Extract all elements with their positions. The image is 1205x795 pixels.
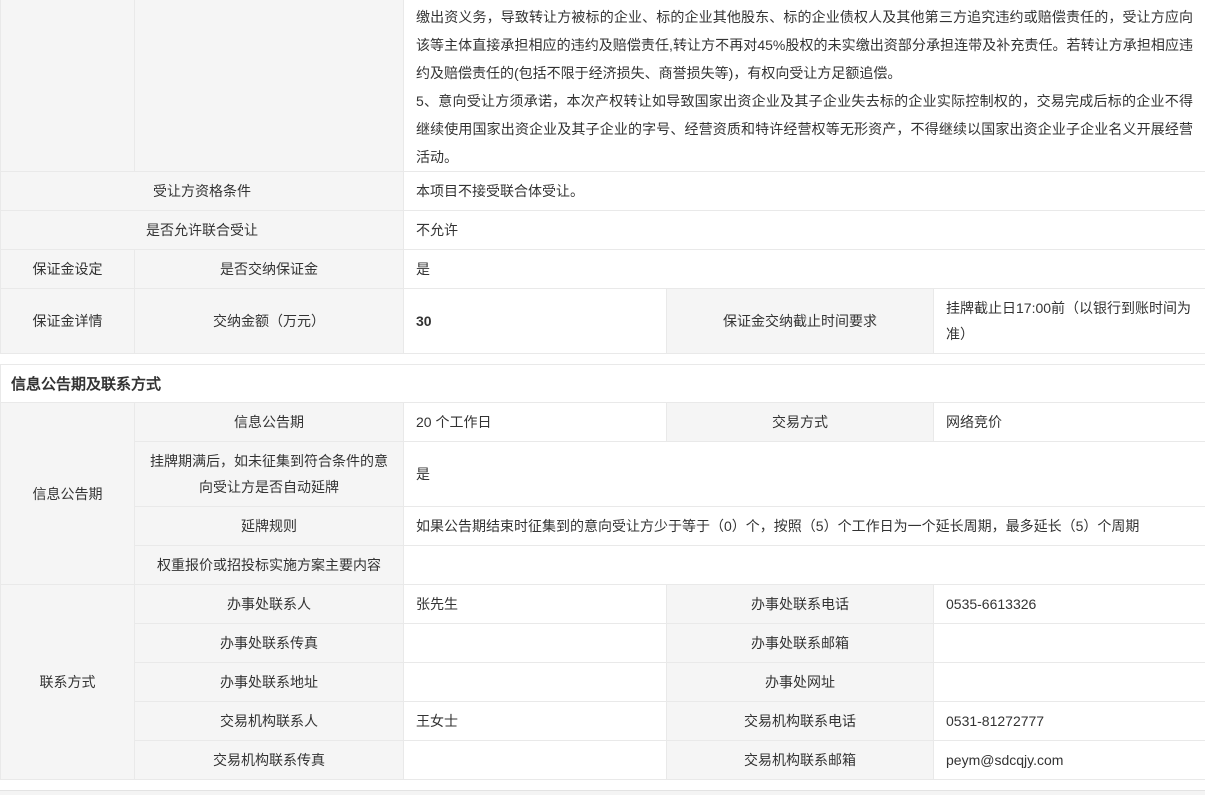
extend-rule-label: 延牌规则 xyxy=(135,507,404,546)
agency-fax-row: 交易机构联系传真 交易机构联系邮箱 peym@sdcqjy.com xyxy=(1,741,1205,780)
trade-mode-value: 网络竞价 xyxy=(934,403,1205,442)
section-gap xyxy=(0,354,1205,364)
extend-rule-value: 如果公告期结束时征集到的意向受让方少于等于（0）个，按照（5）个工作日为一个延长… xyxy=(404,507,1205,546)
clause-paragraph-2: 5、意向受让方须承诺，本次产权转让如导致国家出资企业及其子企业失去标的企业实际控… xyxy=(416,87,1193,171)
clause-group-cell-empty xyxy=(1,0,135,172)
deposit-deadline-value: 挂牌截止日17:00前（以银行到账时间为准） xyxy=(934,289,1205,354)
clause-row: 缴出资义务，导致转让方被标的企业、标的企业其他股东、标的企业债权人及其他第三方追… xyxy=(1,0,1205,172)
clause-label-cell-empty xyxy=(135,0,404,172)
agency-contact-value: 王女士 xyxy=(404,702,667,741)
office-contact-row: 联系方式 办事处联系人 张先生 办事处联系电话 0535-6613326 xyxy=(1,585,1205,624)
office-email-value-empty xyxy=(934,624,1205,663)
qualification-label: 受让方资格条件 xyxy=(1,172,404,211)
bottom-gap xyxy=(0,780,1205,790)
period-label: 信息公告期 xyxy=(135,403,404,442)
agency-email-value: peym@sdcqjy.com xyxy=(934,741,1205,780)
auto-extend-label: 挂牌期满后，如未征集到符合条件的意向受让方是否自动延牌 xyxy=(135,442,404,507)
next-section-strip xyxy=(0,790,1205,795)
auto-extend-row: 挂牌期满后，如未征集到符合条件的意向受让方是否自动延牌 是 xyxy=(1,442,1205,507)
joint-transfer-value: 不允许 xyxy=(404,211,1205,250)
weighted-bid-label: 权重报价或招投标实施方案主要内容 xyxy=(135,546,404,585)
clause-value-cell: 缴出资义务，导致转让方被标的企业、标的企业其他股东、标的企业债权人及其他第三方追… xyxy=(404,0,1205,172)
office-email-label: 办事处联系邮箱 xyxy=(667,624,934,663)
deposit-required-value: 是 xyxy=(404,250,1205,289)
qualification-value: 本项目不接受联合体受让。 xyxy=(404,172,1205,211)
office-website-label: 办事处网址 xyxy=(667,663,934,702)
trade-mode-label: 交易方式 xyxy=(667,403,934,442)
agency-email-label: 交易机构联系邮箱 xyxy=(667,741,934,780)
agency-phone-value: 0531-81272777 xyxy=(934,702,1205,741)
deposit-required-row: 保证金设定 是否交纳保证金 是 xyxy=(1,250,1205,289)
agency-contact-label: 交易机构联系人 xyxy=(135,702,404,741)
weighted-bid-value-empty xyxy=(404,546,1205,585)
deposit-deadline-label: 保证金交纳截止时间要求 xyxy=(667,289,934,354)
section-header-row: 信息公告期及联系方式 xyxy=(1,365,1205,403)
weighted-bid-row: 权重报价或招投标实施方案主要内容 xyxy=(1,546,1205,585)
office-address-label: 办事处联系地址 xyxy=(135,663,404,702)
office-contact-value: 张先生 xyxy=(404,585,667,624)
deposit-detail-group-label: 保证金详情 xyxy=(1,289,135,354)
agency-fax-value-empty xyxy=(404,741,667,780)
extend-rule-row: 延牌规则 如果公告期结束时征集到的意向受让方少于等于（0）个，按照（5）个工作日… xyxy=(1,507,1205,546)
qualification-row: 受让方资格条件 本项目不接受联合体受让。 xyxy=(1,172,1205,211)
agency-phone-label: 交易机构联系电话 xyxy=(667,702,934,741)
clause-paragraph-1: 缴出资义务，导致转让方被标的企业、标的企业其他股东、标的企业债权人及其他第三方追… xyxy=(416,3,1193,87)
office-contact-label: 办事处联系人 xyxy=(135,585,404,624)
office-fax-value-empty xyxy=(404,624,667,663)
period-value: 20 个工作日 xyxy=(404,403,667,442)
office-fax-row: 办事处联系传真 办事处联系邮箱 xyxy=(1,624,1205,663)
transfer-terms-table: 缴出资义务，导致转让方被标的企业、标的企业其他股东、标的企业债权人及其他第三方追… xyxy=(0,0,1205,354)
office-address-value-empty xyxy=(404,663,667,702)
office-phone-label: 办事处联系电话 xyxy=(667,585,934,624)
announcement-period-row: 信息公告期 信息公告期 20 个工作日 交易方式 网络竞价 xyxy=(1,403,1205,442)
office-website-value-empty xyxy=(934,663,1205,702)
deposit-amount-value: 30 xyxy=(404,289,667,354)
joint-transfer-row: 是否允许联合受让 不允许 xyxy=(1,211,1205,250)
deposit-amount-label: 交纳金额（万元） xyxy=(135,289,404,354)
agency-fax-label: 交易机构联系传真 xyxy=(135,741,404,780)
announcement-contacts-table: 信息公告期及联系方式 信息公告期 信息公告期 20 个工作日 交易方式 网络竞价… xyxy=(0,364,1205,780)
office-phone-value: 0535-6613326 xyxy=(934,585,1205,624)
office-fax-label: 办事处联系传真 xyxy=(135,624,404,663)
joint-transfer-label: 是否允许联合受让 xyxy=(1,211,404,250)
deposit-detail-row: 保证金详情 交纳金额（万元） 30 保证金交纳截止时间要求 挂牌截止日17:00… xyxy=(1,289,1205,354)
section-title: 信息公告期及联系方式 xyxy=(1,365,1205,403)
announcement-group-label: 信息公告期 xyxy=(1,403,135,585)
deposit-setting-group-label: 保证金设定 xyxy=(1,250,135,289)
deposit-required-label: 是否交纳保证金 xyxy=(135,250,404,289)
contacts-group-label: 联系方式 xyxy=(1,585,135,780)
office-address-row: 办事处联系地址 办事处网址 xyxy=(1,663,1205,702)
auto-extend-value: 是 xyxy=(404,442,1205,507)
agency-contact-row: 交易机构联系人 王女士 交易机构联系电话 0531-81272777 xyxy=(1,702,1205,741)
listing-detail-page: 缴出资义务，导致转让方被标的企业、标的企业其他股东、标的企业债权人及其他第三方追… xyxy=(0,0,1205,795)
